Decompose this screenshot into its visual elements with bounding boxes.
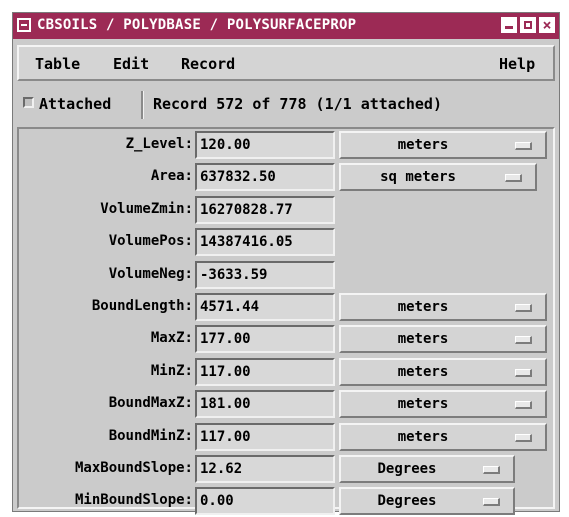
unit-label: meters: [397, 428, 449, 445]
unit-label: Degrees: [377, 461, 437, 477]
title-bar[interactable]: CBSOILS / POLYDBASE / POLYSURFACEPROP ×: [13, 13, 559, 39]
field-label: BoundLength:: [91, 298, 193, 314]
unit-option-menu[interactable]: meters: [339, 422, 547, 451]
unit-label: meters: [397, 299, 449, 315]
unit-option-menu[interactable]: meters: [339, 325, 547, 354]
unit-option-menu[interactable]: meters: [339, 390, 547, 419]
option-menu-indicator-icon: [483, 466, 500, 474]
option-menu-indicator-icon: [515, 142, 532, 150]
menu-bar: Table Edit Record Help: [17, 45, 555, 81]
polysurfaceprop-window: CBSOILS / POLYDBASE / POLYSURFACEPROP × …: [12, 12, 560, 516]
field-label: VolumePos:: [108, 233, 193, 250]
field-row: MaxBoundSlope: 12.62 Degrees: [19, 453, 553, 485]
unit-label: sq meters: [380, 169, 456, 186]
field-label: Z_Level:: [125, 136, 193, 152]
close-icon[interactable]: ×: [539, 17, 555, 33]
field-label: MinBoundSlope:: [74, 492, 193, 509]
field-label: VolumeNeg:: [108, 265, 193, 282]
unit-option-menu[interactable]: meters: [339, 131, 547, 159]
option-menu-indicator-icon: [515, 433, 532, 442]
attached-label[interactable]: Attached: [39, 95, 111, 113]
field-row: VolumeZmin: 16270828.77: [19, 194, 553, 226]
field-label: MinZ:: [150, 362, 193, 379]
unit-label: meters: [397, 331, 449, 348]
field-value-input[interactable]: 16270828.77: [195, 195, 335, 224]
field-value-input[interactable]: 181.00: [195, 390, 335, 419]
field-row: BoundMinZ: 117.00 meters: [19, 421, 553, 453]
field-value-input[interactable]: 120.00: [195, 131, 335, 159]
field-value-input[interactable]: 117.00: [195, 357, 335, 386]
option-menu-indicator-icon: [515, 401, 532, 410]
menu-record[interactable]: Record: [181, 55, 235, 73]
status-bar: Attached Record 572 of 778 (1/1 attached…: [17, 89, 555, 121]
field-value-input[interactable]: 12.62: [195, 455, 335, 483]
field-row: BoundMaxZ: 181.00 meters: [19, 388, 553, 420]
status-divider: [141, 91, 144, 119]
field-value-input[interactable]: -3633.59: [195, 260, 335, 289]
field-row: Z_Level: 120.00 meters: [19, 129, 553, 161]
field-label: MaxBoundSlope:: [74, 460, 193, 476]
field-row: BoundLength: 4571.44 meters: [19, 291, 553, 323]
field-row: VolumePos: 14387416.05: [19, 226, 553, 258]
attached-checkbox[interactable]: [23, 97, 34, 108]
field-value-input[interactable]: 4571.44: [195, 293, 335, 321]
unit-label: meters: [397, 137, 449, 153]
record-form: Z_Level: 120.00 meters Area: 637832.50 sq met…: [17, 127, 555, 516]
maximize-icon[interactable]: [520, 17, 536, 33]
field-row: MinZ: 117.00 meters: [19, 356, 553, 388]
unit-label: meters: [397, 396, 449, 413]
option-menu-indicator-icon: [515, 368, 532, 377]
option-menu-indicator-icon: [515, 336, 532, 345]
field-row: MaxZ: 177.00 meters: [19, 323, 553, 355]
field-row: MinBoundSlope: 0.00 Degrees: [19, 485, 553, 517]
unit-option-menu[interactable]: Degrees: [339, 455, 515, 483]
window-menu-icon[interactable]: [17, 18, 31, 32]
record-counter: Record 572 of 778 (1/1 attached): [153, 95, 442, 113]
field-value-input[interactable]: 637832.50: [195, 163, 335, 192]
unit-option-menu[interactable]: Degrees: [339, 487, 515, 516]
field-row: VolumeNeg: -3633.59: [19, 259, 553, 291]
menu-edit[interactable]: Edit: [113, 55, 149, 73]
field-label: MaxZ:: [150, 330, 193, 347]
field-label: VolumeZmin:: [100, 200, 193, 217]
unit-option-menu[interactable]: sq meters: [339, 163, 537, 192]
field-row: Area: 637832.50 sq meters: [19, 161, 553, 193]
field-value-input[interactable]: 177.00: [195, 325, 335, 354]
option-menu-indicator-icon: [505, 174, 522, 183]
option-menu-indicator-icon: [515, 304, 532, 312]
window-title: CBSOILS / POLYDBASE / POLYSURFACEPROP: [37, 17, 357, 33]
unit-option-menu[interactable]: meters: [339, 293, 547, 321]
field-label: BoundMinZ:: [108, 427, 193, 444]
menu-help[interactable]: Help: [499, 55, 535, 73]
field-label: Area:: [150, 168, 193, 185]
unit-label: Degrees: [377, 493, 437, 510]
minimize-icon[interactable]: [501, 17, 517, 33]
field-value-input[interactable]: 117.00: [195, 422, 335, 451]
unit-option-menu[interactable]: meters: [339, 357, 547, 386]
menu-table[interactable]: Table: [35, 55, 80, 73]
option-menu-indicator-icon: [483, 498, 500, 507]
field-label: BoundMaxZ:: [108, 395, 193, 412]
field-value-input[interactable]: 14387416.05: [195, 228, 335, 257]
unit-label: meters: [397, 363, 449, 380]
field-value-input[interactable]: 0.00: [195, 487, 335, 516]
